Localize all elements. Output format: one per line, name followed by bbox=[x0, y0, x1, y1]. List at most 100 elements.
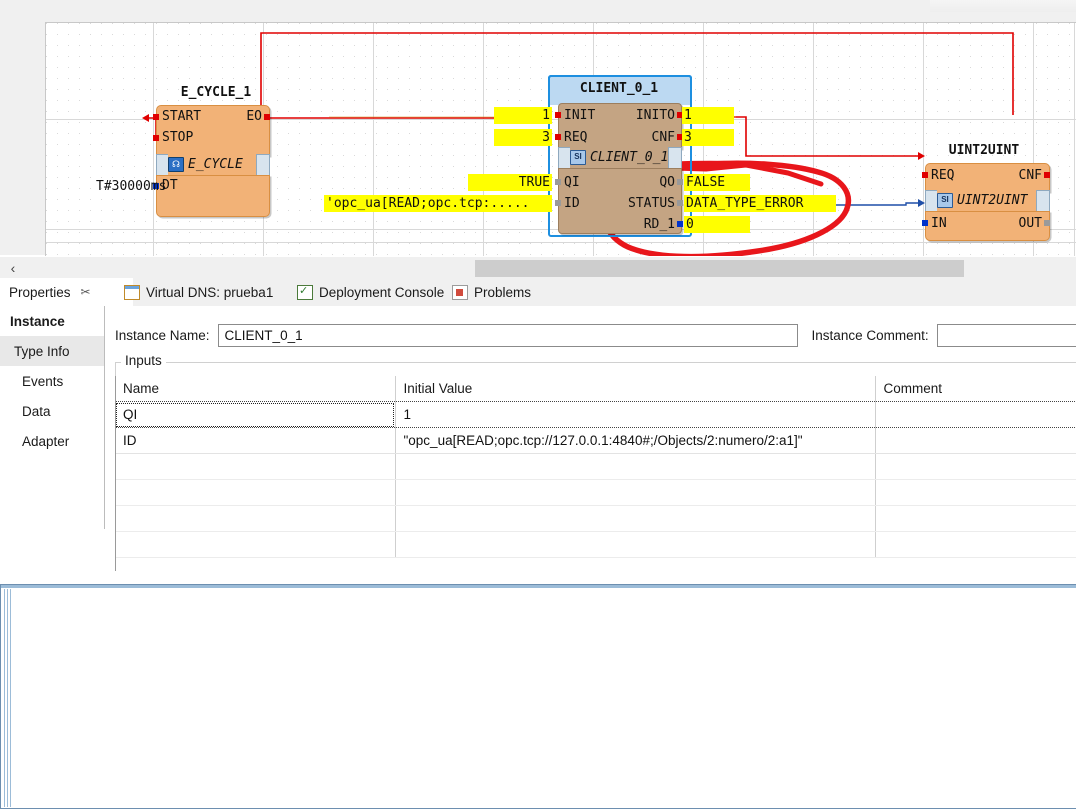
cell-name[interactable]: QI bbox=[115, 401, 396, 428]
pin-label-stop: STOP bbox=[162, 130, 194, 145]
literal-dt: T#30000ms bbox=[96, 179, 167, 194]
monitor-value-status: DATA_TYPE_ERROR bbox=[684, 195, 836, 212]
table-row[interactable]: ID "opc_ua[READ;opc.tcp://127.0.0.1:4840… bbox=[115, 427, 1076, 454]
instance-name-input[interactable] bbox=[217, 324, 798, 347]
cell-initial-value[interactable] bbox=[395, 531, 876, 558]
sidebar-item-data[interactable]: Data bbox=[0, 396, 104, 426]
pin-out[interactable] bbox=[1044, 220, 1050, 226]
cell-comment[interactable] bbox=[875, 401, 1076, 428]
pin-eo[interactable] bbox=[264, 114, 270, 120]
cell-name[interactable]: ID bbox=[115, 427, 396, 454]
fb-type-bar: SI UINT2UINT bbox=[937, 190, 1036, 211]
tab-label: Deployment Console bbox=[319, 284, 445, 300]
table-row[interactable]: QI 1 bbox=[115, 401, 1076, 428]
sidebar-item-events[interactable]: Events bbox=[0, 366, 104, 396]
pin-label-req: REQ bbox=[564, 130, 588, 145]
pin-qo[interactable] bbox=[677, 179, 683, 185]
pin-in[interactable] bbox=[922, 220, 928, 226]
sidebar-item-adapter[interactable]: Adapter bbox=[0, 426, 104, 456]
monitor-value-cnf: 3 bbox=[682, 129, 734, 146]
column-header-initial-value[interactable]: Initial Value bbox=[395, 376, 876, 402]
properties-sidebar[interactable]: Instance Type Info Events Data Adapter bbox=[0, 306, 105, 529]
pin-status[interactable] bbox=[677, 200, 683, 206]
pin-stop[interactable] bbox=[153, 135, 159, 141]
canvas-horizontal-scrollbar[interactable]: ‹ bbox=[0, 256, 1076, 279]
pin-req[interactable] bbox=[555, 134, 561, 140]
cell-comment[interactable] bbox=[875, 427, 1076, 454]
cell-initial-value[interactable] bbox=[395, 505, 876, 532]
tab-label: Properties bbox=[9, 284, 71, 300]
pin-cnf[interactable] bbox=[1044, 172, 1050, 178]
tab-problems[interactable]: Problems bbox=[443, 278, 540, 306]
editor-top-right-highlight bbox=[930, 0, 1076, 12]
pin-qi[interactable] bbox=[555, 179, 561, 185]
fbd-canvas[interactable]: E_CYCLE_1 START STOP EO ☊ E_CYCLE DT T#3… bbox=[45, 22, 1076, 256]
pin-rd-1[interactable] bbox=[677, 221, 683, 227]
pin-id[interactable] bbox=[555, 200, 561, 206]
fb-type-notch-right bbox=[256, 154, 270, 177]
deployment-console-icon bbox=[297, 284, 313, 300]
sidebar-item-label: Data bbox=[22, 403, 51, 419]
pin-req[interactable] bbox=[922, 172, 928, 178]
si-icon: SI bbox=[570, 150, 586, 165]
pin-start[interactable] bbox=[153, 114, 159, 120]
close-icon[interactable]: ✂ bbox=[81, 285, 91, 299]
monitor-value-qi: TRUE bbox=[468, 174, 552, 191]
pin-init[interactable] bbox=[555, 112, 561, 118]
pin-label-id: ID bbox=[564, 196, 580, 211]
fb-block-uint2uint[interactable]: UINT2UINT REQ CNF SI UINT2UINT IN OUT bbox=[920, 143, 1050, 243]
tab-properties[interactable]: Properties ✂ bbox=[0, 278, 1076, 809]
fb-type-name: E_CYCLE bbox=[188, 157, 243, 172]
cell-initial-value[interactable]: 1 bbox=[395, 401, 876, 428]
cell-name[interactable] bbox=[115, 453, 396, 480]
tab-virtual-dns[interactable]: Virtual DNS: prueba1 bbox=[115, 278, 282, 306]
table-header-row: Name Initial Value Comment bbox=[115, 376, 1076, 402]
cell-comment[interactable] bbox=[875, 505, 1076, 532]
pin-label-status: STATUS bbox=[628, 196, 675, 211]
sidebar-item-label: Adapter bbox=[22, 433, 70, 449]
pin-label-out: OUT bbox=[1018, 216, 1042, 231]
cell-comment[interactable] bbox=[875, 479, 1076, 506]
cell-name[interactable] bbox=[115, 505, 396, 532]
view-tab-bar[interactable]: Properties ✂ Virtual DNS: prueba1 Deploy… bbox=[0, 278, 1076, 809]
table-row[interactable] bbox=[115, 453, 1076, 480]
cycle-icon: ☊ bbox=[168, 157, 184, 172]
fbd-editor-canvas-area[interactable]: E_CYCLE_1 START STOP EO ☊ E_CYCLE DT T#3… bbox=[0, 0, 1076, 256]
table-row[interactable] bbox=[115, 531, 1076, 558]
tab-label: Problems bbox=[474, 284, 532, 300]
scrollbar-track[interactable] bbox=[24, 257, 1076, 279]
monitor-value-req: 3 bbox=[494, 129, 552, 146]
scrollbar-thumb[interactable] bbox=[475, 260, 964, 277]
cell-comment[interactable] bbox=[875, 453, 1076, 480]
fb-title: E_CYCLE_1 bbox=[180, 85, 252, 100]
table-row[interactable] bbox=[115, 505, 1076, 532]
sidebar-item-type-info[interactable]: Type Info bbox=[0, 336, 104, 366]
table-row[interactable] bbox=[115, 479, 1076, 506]
fb-block-e-cycle-1[interactable]: E_CYCLE_1 START STOP EO ☊ E_CYCLE DT T#3… bbox=[96, 85, 276, 230]
cell-initial-value[interactable] bbox=[395, 479, 876, 506]
scroll-left-arrow-icon[interactable]: ‹ bbox=[5, 260, 21, 276]
cell-comment[interactable] bbox=[875, 531, 1076, 558]
cell-initial-value[interactable]: "opc_ua[READ;opc.tcp://127.0.0.1:4840#;/… bbox=[395, 427, 876, 454]
pin-label-cnf: CNF bbox=[651, 130, 675, 145]
tab-deployment-console[interactable]: Deployment Console bbox=[288, 278, 453, 306]
monitor-value-rd-1: 0 bbox=[684, 216, 750, 233]
instance-name-row: Instance Name: Instance Comment: bbox=[115, 324, 1076, 347]
virtual-dns-icon bbox=[124, 284, 140, 300]
pin-label-eo: EO bbox=[246, 109, 262, 124]
instance-comment-input[interactable] bbox=[936, 324, 1076, 347]
column-header-comment[interactable]: Comment bbox=[875, 376, 1076, 402]
properties-content: Instance Name: Instance Comment: Inputs … bbox=[105, 306, 1076, 571]
cell-initial-value[interactable] bbox=[395, 453, 876, 480]
cell-name[interactable] bbox=[115, 531, 396, 558]
fb-type-bar: ☊ E_CYCLE bbox=[168, 154, 256, 175]
inputs-group-label: Inputs bbox=[121, 353, 166, 368]
monitor-value-id: 'opc_ua[READ;opc.tcp:..... bbox=[324, 195, 552, 212]
cell-name[interactable] bbox=[115, 479, 396, 506]
pin-label-rd-1: RD_1 bbox=[643, 217, 675, 232]
sidebar-item-instance[interactable]: Instance bbox=[0, 306, 104, 336]
tab-label: Virtual DNS: prueba1 bbox=[146, 284, 274, 300]
inputs-table[interactable]: Name Initial Value Comment QI 1 ID "opc_… bbox=[115, 376, 1076, 558]
column-header-name[interactable]: Name bbox=[115, 376, 396, 402]
fb-type-name: UINT2UINT bbox=[957, 193, 1028, 208]
